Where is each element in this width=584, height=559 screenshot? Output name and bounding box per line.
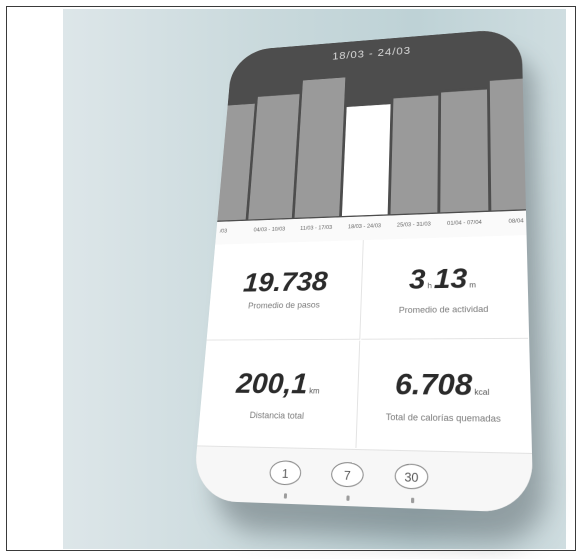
tick-label-6: 08/04 bbox=[508, 218, 524, 225]
tick-label-0: /03 bbox=[219, 229, 228, 235]
bar-5[interactable] bbox=[439, 88, 490, 214]
tick-label-2: 11/03 - 17/03 bbox=[300, 225, 333, 232]
calories-unit: kcal bbox=[474, 387, 490, 397]
tick-label-5: 01/04 - 07/04 bbox=[446, 220, 482, 227]
bar-4[interactable] bbox=[389, 94, 440, 215]
activity-hours: 3 bbox=[408, 264, 426, 296]
steps-value: 19.738 bbox=[242, 266, 329, 298]
bar-2[interactable] bbox=[293, 76, 347, 219]
image-frame: 18/03 - 24/03 /03 04/03 - 10/03 11/03 - 17… bbox=[6, 6, 576, 551]
tick-label-1: 04/03 - 10/03 bbox=[253, 227, 286, 234]
activity-hours-unit: h bbox=[427, 281, 432, 291]
calories-stat: 6.708 kcal Total de calorías quemadas bbox=[357, 340, 530, 452]
stats-grid: 19.738 Promedio de pasos 3 h13 m Promedio … bbox=[197, 235, 532, 453]
indicator-dot bbox=[283, 493, 288, 499]
distance-value: 200,1km bbox=[201, 368, 359, 408]
activity-minutes: 13 bbox=[433, 263, 468, 295]
calories-caption: Total de calorías quemadas bbox=[385, 411, 501, 424]
distance-stat: 200,1km Distancia total bbox=[197, 340, 361, 448]
distance-caption: Distancia total bbox=[249, 410, 305, 421]
indicator-dot bbox=[410, 497, 415, 504]
bar-chart-area: 18/03 - 24/03 /03 04/03 - 10/03 11/03 - 17… bbox=[215, 27, 527, 246]
indicator-dot bbox=[346, 495, 350, 501]
bar-3[interactable] bbox=[340, 103, 391, 217]
activity-value: 3 h13 m bbox=[363, 263, 528, 302]
activity-stat: 3 h13 m Promedio de actividad bbox=[361, 235, 529, 340]
tick-label-4: 25/03 - 31/03 bbox=[396, 221, 431, 229]
bar-1[interactable] bbox=[247, 93, 301, 221]
range-30-button[interactable]: 30 bbox=[394, 463, 429, 490]
bar-6[interactable] bbox=[488, 76, 526, 212]
activity-minutes-unit: m bbox=[469, 280, 477, 290]
range-1-button[interactable]: 1 bbox=[268, 460, 302, 486]
distance-unit: km bbox=[308, 386, 320, 396]
steps-stat: 19.738 Promedio de pasos bbox=[206, 240, 364, 341]
phone-device: 18/03 - 24/03 /03 04/03 - 10/03 11/03 - 17… bbox=[172, 4, 548, 546]
distance-number: 200,1 bbox=[235, 368, 309, 401]
activity-caption: Promedio de actividad bbox=[398, 304, 489, 315]
steps-caption: Promedio de pasos bbox=[247, 300, 321, 311]
background-panel: 18/03 - 24/03 /03 04/03 - 10/03 11/03 - 17… bbox=[63, 9, 566, 549]
phone-screen: 18/03 - 24/03 /03 04/03 - 10/03 11/03 - 17… bbox=[192, 27, 534, 514]
tick-label-3: 18/03 - 24/03 bbox=[347, 223, 382, 231]
calories-value: 6.708 kcal bbox=[359, 368, 530, 409]
range-7-button[interactable]: 7 bbox=[330, 461, 365, 488]
calories-number: 6.708 bbox=[394, 368, 473, 402]
